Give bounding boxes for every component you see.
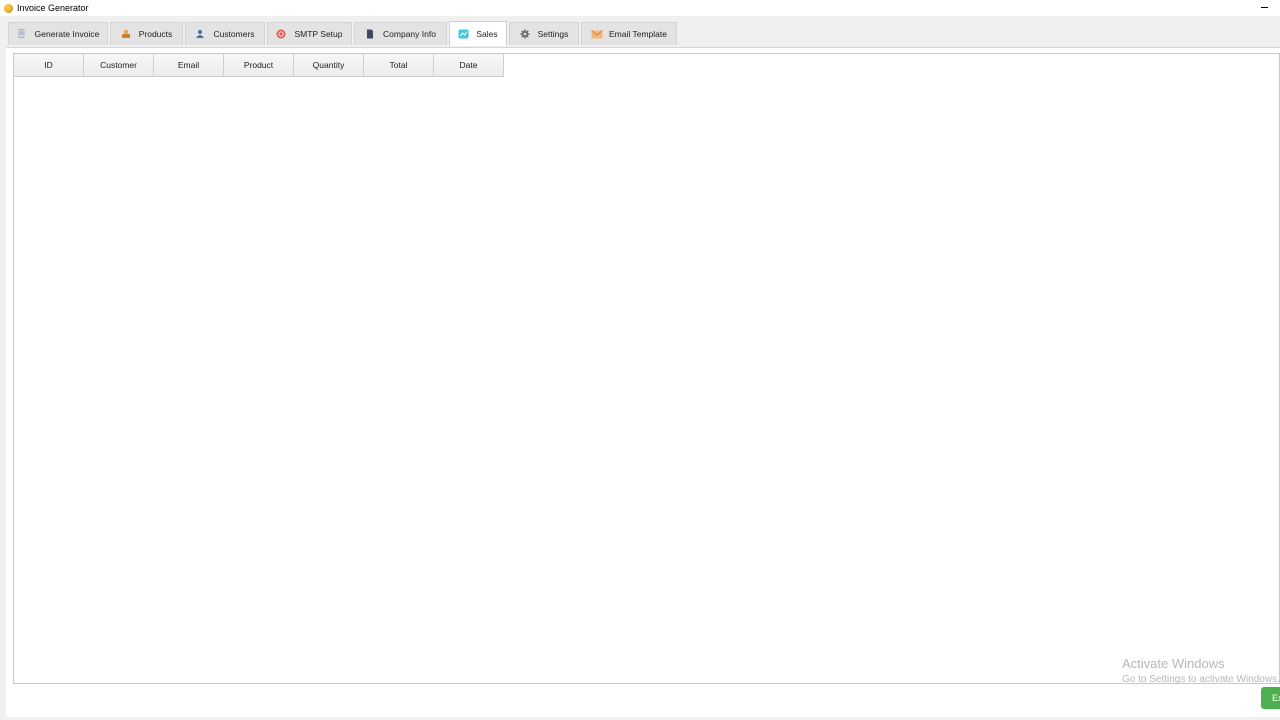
- sales-table[interactable]: ID Customer Email Product Quantity Total…: [13, 53, 1280, 684]
- tab-label: SMTP Setup: [294, 29, 343, 39]
- tab-label: Products: [138, 29, 173, 39]
- table-header: ID Customer Email Product Quantity Total…: [14, 54, 504, 77]
- tab-label: Generate Invoice: [34, 29, 100, 39]
- title-bar: Invoice Generator: [0, 0, 1280, 16]
- users-icon: [195, 29, 205, 39]
- column-header-quantity[interactable]: Quantity: [294, 54, 364, 77]
- tab-smtp-setup[interactable]: SMTP Setup: [267, 22, 352, 45]
- tab-label: Sales: [476, 29, 498, 39]
- windows-activation-watermark: Activate Windows Go to Settings to activ…: [1122, 656, 1280, 687]
- export-button[interactable]: Ex: [1261, 687, 1280, 709]
- tab-products[interactable]: Products: [110, 22, 183, 45]
- column-header-id[interactable]: ID: [14, 54, 84, 77]
- sales-panel: ID Customer Email Product Quantity Total…: [6, 47, 1280, 717]
- tab-email-template[interactable]: Email Template: [581, 22, 677, 45]
- tab-sales[interactable]: Sales: [449, 21, 507, 46]
- tab-generate-invoice[interactable]: Generate Invoice: [8, 22, 108, 45]
- tab-customers[interactable]: Customers: [185, 22, 265, 45]
- column-header-total[interactable]: Total: [364, 54, 434, 77]
- chart-icon: [458, 29, 469, 39]
- watermark-subtitle: Go to Settings to activate Windows.: [1122, 674, 1280, 685]
- column-header-customer[interactable]: Customer: [84, 54, 154, 77]
- tab-bar: Generate Invoice Products Customers SMTP…: [0, 16, 1280, 48]
- tab-label: Email Template: [609, 29, 667, 39]
- column-header-product[interactable]: Product: [224, 54, 294, 77]
- app-logo-icon: [4, 3, 13, 13]
- minimize-button[interactable]: [1260, 2, 1270, 12]
- gear-icon: [519, 29, 530, 39]
- tab-label: Customers: [213, 29, 255, 39]
- window-title: Invoice Generator: [17, 3, 89, 13]
- column-header-date[interactable]: Date: [434, 54, 504, 77]
- document-icon: [17, 29, 27, 39]
- tab-label: Company Info: [383, 29, 436, 39]
- email-server-icon: [276, 29, 286, 39]
- file-icon: [365, 29, 375, 39]
- watermark-title: Activate Windows: [1122, 656, 1225, 671]
- column-header-email[interactable]: Email: [154, 54, 224, 77]
- tab-settings[interactable]: Settings: [509, 22, 579, 45]
- envelope-icon: [591, 29, 603, 39]
- tab-label: Settings: [537, 29, 569, 39]
- tab-company-info[interactable]: Company Info: [354, 22, 447, 45]
- boxes-icon: [121, 29, 131, 39]
